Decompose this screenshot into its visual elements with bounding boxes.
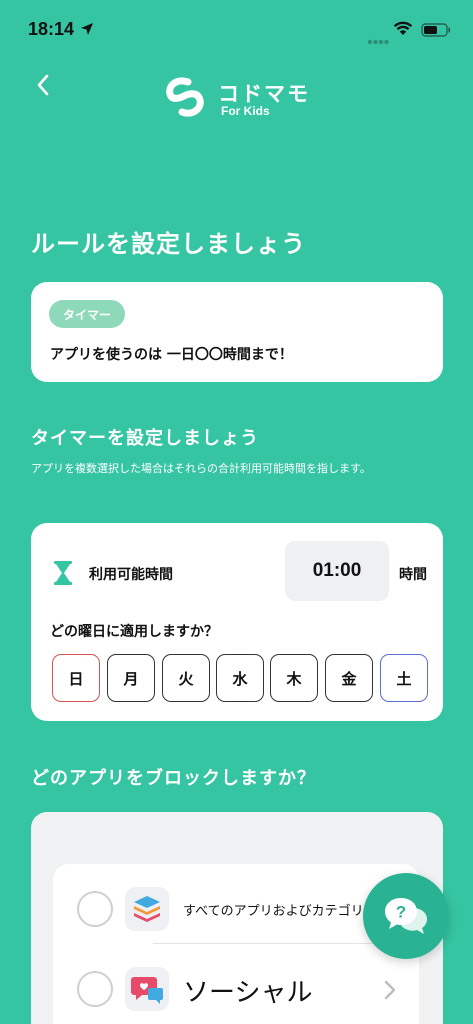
weekday-selector: 日 月 火 水 木 金 土 [52, 654, 428, 702]
signal-icon [367, 30, 389, 49]
hourglass-icon [54, 561, 72, 585]
timer-description: アプリを複数選択した場合はそれらの合計利用可能時間を指します。 [31, 462, 371, 475]
question-chat-icon: ? [385, 898, 427, 934]
time-picker[interactable]: 01:00 [285, 541, 389, 601]
day-sunday[interactable]: 日 [52, 654, 100, 702]
chevron-left-icon [37, 74, 49, 96]
timer-section-title: タイマーを設定しましょう [31, 428, 259, 449]
rule-text: アプリを使うのは 一日〇〇時間まで！ [50, 347, 293, 363]
help-chat-button[interactable]: ? [363, 873, 449, 959]
timer-card: 利用可能時間 01:00 時間 どの曜日に適用しますか？ 日 月 火 水 木 金… [31, 523, 443, 721]
app-list: すべてのアプリおよびカテゴリ ソーシャル [53, 864, 419, 1024]
page-title: ルールを設定しましょう [31, 230, 306, 258]
radio-button[interactable] [77, 891, 113, 927]
day-saturday[interactable]: 土 [380, 654, 428, 702]
app-logo: コドマモ For Kids [164, 76, 314, 122]
social-label: ソーシャル [183, 978, 313, 1008]
app-subtitle: For Kids [221, 104, 270, 118]
weekday-question: どの曜日に適用しますか？ [50, 624, 218, 640]
battery-icon [421, 22, 451, 41]
day-friday[interactable]: 金 [325, 654, 373, 702]
wifi-icon [393, 21, 413, 40]
svg-text:?: ? [396, 903, 406, 922]
day-tuesday[interactable]: 火 [162, 654, 210, 702]
social-chat-icon [125, 967, 169, 1011]
stack-icon [125, 887, 169, 931]
status-time: 18:14 [28, 19, 75, 39]
rule-summary-card: タイマー アプリを使うのは 一日〇〇時間まで！ [31, 282, 443, 382]
available-time-label: 利用可能時間 [89, 567, 173, 583]
radio-button[interactable] [77, 971, 113, 1007]
day-wednesday[interactable]: 水 [216, 654, 264, 702]
timer-badge: タイマー [49, 300, 125, 328]
list-item-social[interactable]: ソーシャル [53, 944, 419, 1024]
block-section-title: どのアプリをブロックしますか？ [31, 768, 316, 789]
status-bar: 18:14 [0, 0, 473, 58]
location-arrow-icon [80, 21, 94, 40]
logo-mark-icon [166, 77, 204, 117]
all-apps-label: すべてのアプリおよびカテゴリ [183, 904, 364, 919]
day-thursday[interactable]: 木 [270, 654, 318, 702]
chevron-right-icon [384, 980, 396, 1000]
day-monday[interactable]: 月 [107, 654, 155, 702]
back-button[interactable] [30, 70, 56, 100]
time-unit-label: 時間 [399, 567, 427, 583]
